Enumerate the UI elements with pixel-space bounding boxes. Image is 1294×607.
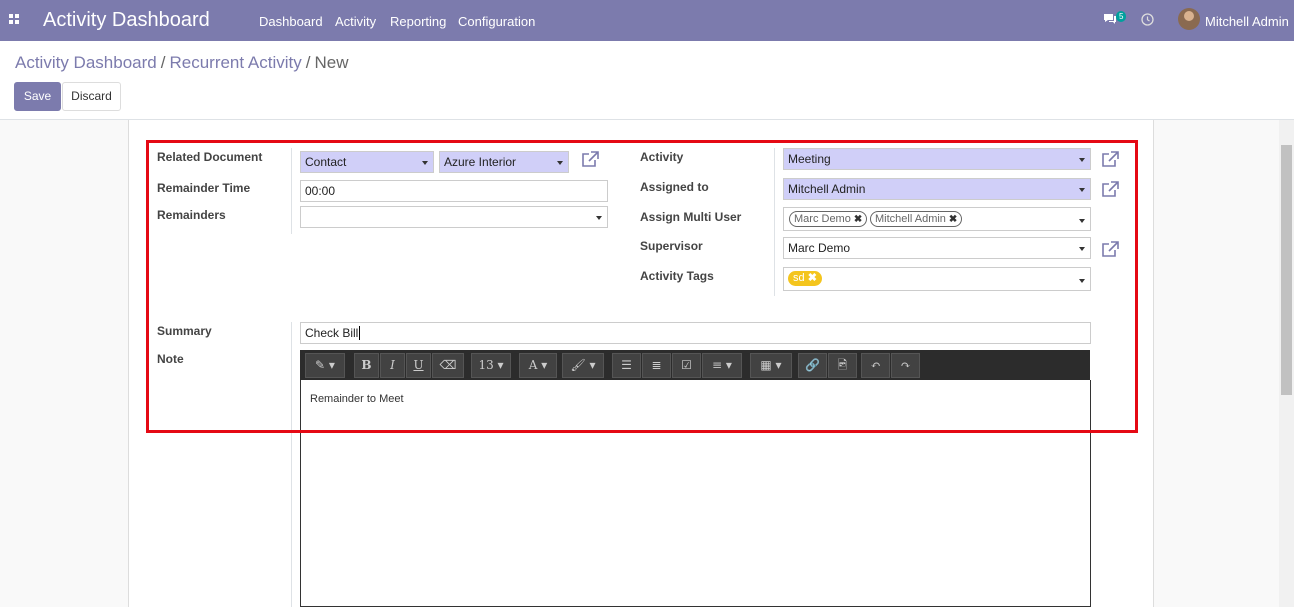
clock-icon[interactable] xyxy=(1141,13,1154,29)
chevron-down-icon xyxy=(1079,158,1085,162)
style-icon[interactable]: ✎ ▾ xyxy=(305,353,345,378)
table-icon[interactable]: ▦ ▾ xyxy=(750,353,792,378)
breadcrumb-middle[interactable]: Recurrent Activity xyxy=(169,53,301,72)
assigned-to-select[interactable]: Mitchell Admin xyxy=(783,178,1091,200)
label-divider xyxy=(291,322,292,607)
label-assigned-to: Assigned to xyxy=(640,180,709,194)
redo-icon[interactable]: ↷ xyxy=(891,353,920,378)
breadcrumb-separator: / xyxy=(160,53,166,72)
breadcrumb-current: New xyxy=(314,53,349,72)
external-link-icon[interactable] xyxy=(1101,181,1119,197)
font-color-icon[interactable]: A ▾ xyxy=(519,353,557,378)
label-activity: Activity xyxy=(640,150,684,164)
breadcrumb-root[interactable]: Activity Dashboard xyxy=(15,53,157,72)
italic-icon[interactable]: I xyxy=(380,353,405,378)
font-size-dropdown[interactable]: 13 ▾ xyxy=(471,353,511,378)
label-divider xyxy=(291,148,292,234)
chevron-down-icon xyxy=(1079,219,1085,223)
label-divider xyxy=(774,148,775,296)
remainders-select[interactable] xyxy=(300,206,608,228)
assign-multi-user-field[interactable]: Marc Demo ✖ Mitchell Admin ✖ xyxy=(783,207,1091,231)
avatar[interactable] xyxy=(1178,8,1200,30)
editor-toolbar: ✎ ▾ B I U ⌫ 13 ▾ A ▾ 🖌 ▾ ☰ ≣ ☑ ≡ ▾ ▦ ▾ 🔗… xyxy=(300,350,1090,380)
brush-icon[interactable]: 🖌 ▾ xyxy=(562,353,604,378)
chat-icon[interactable] xyxy=(1103,13,1117,29)
note-content: Remainder to Meet xyxy=(310,393,404,405)
form-sheet: Related Document Remainder Time Remainde… xyxy=(128,120,1154,607)
tag-label: sd xyxy=(793,272,805,284)
label-activity-tags: Activity Tags xyxy=(640,269,714,283)
top-navbar: Activity Dashboard Dashboard Activity Re… xyxy=(0,0,1294,41)
bold-icon[interactable]: B xyxy=(354,353,379,378)
supervisor-value: Marc Demo xyxy=(788,241,851,255)
label-related-document: Related Document xyxy=(157,150,263,164)
label-supervisor: Supervisor xyxy=(640,239,703,253)
app-brand: Activity Dashboard xyxy=(43,9,210,31)
font-size-value: 13 xyxy=(478,358,494,372)
chevron-down-icon xyxy=(1079,247,1085,251)
save-button[interactable]: Save xyxy=(14,82,61,111)
control-panel: Activity Dashboard / Recurrent Activity / Ne… xyxy=(0,41,1294,120)
activity-value: Meeting xyxy=(788,152,831,166)
numbered-list-icon[interactable]: ≣ xyxy=(642,353,671,378)
image-icon[interactable]: 🖻 xyxy=(828,353,857,378)
chevron-down-icon xyxy=(1079,188,1085,192)
tag-chip: sd ✖ xyxy=(788,271,822,286)
menu-reporting[interactable]: Reporting xyxy=(390,14,446,29)
breadcrumb-separator: / xyxy=(305,53,311,72)
label-remainders: Remainders xyxy=(157,208,226,222)
scrollbar[interactable] xyxy=(1279,120,1294,607)
text-cursor: ​ xyxy=(359,326,361,340)
remove-icon[interactable]: ✖ xyxy=(808,272,817,284)
external-link-icon[interactable] xyxy=(1101,151,1119,167)
activity-select[interactable]: Meeting xyxy=(783,148,1091,170)
chevron-down-icon xyxy=(557,161,563,165)
chat-count-badge: 5 xyxy=(1116,11,1127,22)
apps-icon[interactable] xyxy=(9,14,20,25)
scrollbar-thumb[interactable] xyxy=(1281,145,1292,395)
external-link-icon[interactable] xyxy=(581,151,599,167)
related-model-value: Contact xyxy=(305,155,347,169)
label-remainder-time: Remainder Time xyxy=(157,181,251,195)
related-record-value: Azure Interior xyxy=(444,155,517,169)
note-editor[interactable]: Remainder to Meet xyxy=(300,380,1091,607)
summary-input[interactable]: Check Bill​ xyxy=(300,322,1091,344)
undo-icon[interactable]: ↶ xyxy=(861,353,890,378)
remove-icon[interactable]: ✖ xyxy=(949,214,957,225)
checklist-icon[interactable]: ☑ xyxy=(672,353,701,378)
label-assign-multi-user: Assign Multi User xyxy=(640,210,742,224)
remainder-time-input[interactable]: 00:00 xyxy=(300,180,608,202)
user-chip-label: Mitchell Admin xyxy=(875,213,946,225)
breadcrumb: Activity Dashboard / Recurrent Activity / Ne… xyxy=(15,53,348,73)
user-chip: Marc Demo ✖ xyxy=(789,211,868,227)
label-summary: Summary xyxy=(157,324,212,338)
supervisor-select[interactable]: Marc Demo xyxy=(783,237,1091,259)
remove-icon[interactable]: ✖ xyxy=(854,214,862,225)
activity-tags-field[interactable]: sd ✖ xyxy=(783,267,1091,291)
menu-dashboard[interactable]: Dashboard xyxy=(259,14,323,29)
chevron-down-icon xyxy=(596,216,602,220)
discard-button[interactable]: Discard xyxy=(62,82,121,111)
chevron-down-icon xyxy=(1079,279,1085,283)
link-icon[interactable]: 🔗 xyxy=(798,353,827,378)
external-link-icon[interactable] xyxy=(1101,241,1119,257)
bullet-list-icon[interactable]: ☰ xyxy=(612,353,641,378)
related-model-select[interactable]: Contact xyxy=(300,151,434,173)
menu-activity[interactable]: Activity xyxy=(335,14,376,29)
align-icon[interactable]: ≡ ▾ xyxy=(702,353,742,378)
menu-configuration[interactable]: Configuration xyxy=(458,14,535,29)
underline-icon[interactable]: U xyxy=(406,353,431,378)
label-note: Note xyxy=(157,352,184,366)
eraser-icon[interactable]: ⌫ xyxy=(432,353,464,378)
user-menu[interactable]: Mitchell Admin xyxy=(1205,14,1289,29)
summary-value: Check Bill xyxy=(305,326,359,340)
user-chip: Mitchell Admin ✖ xyxy=(870,211,963,227)
user-chip-label: Marc Demo xyxy=(794,213,851,225)
chevron-down-icon xyxy=(422,161,428,165)
related-record-select[interactable]: Azure Interior xyxy=(439,151,569,173)
assigned-to-value: Mitchell Admin xyxy=(788,182,866,196)
